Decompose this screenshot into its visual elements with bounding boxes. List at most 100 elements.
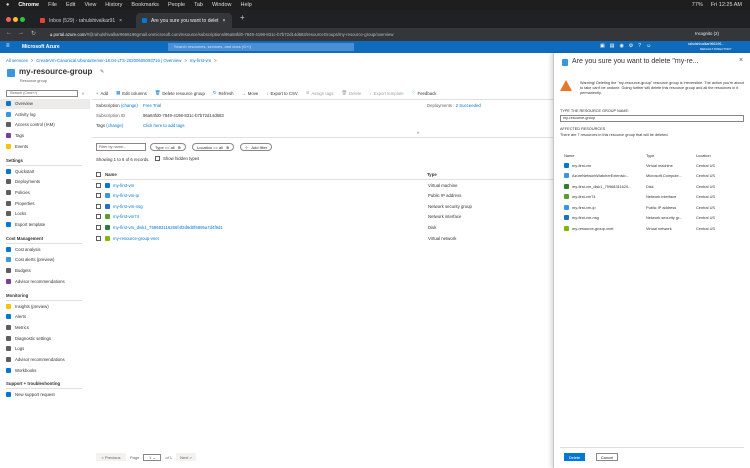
- resource-name-link[interactable]: my-first-vm-nsg: [113, 204, 428, 209]
- toolbar-export-to-csv-button[interactable]: ↓ Export to CSV: [266, 90, 297, 96]
- table-row[interactable]: my-first-vm Virtual machine: [96, 180, 546, 190]
- table-row[interactable]: my-first-vm_disk1_759683116266f4f3d9d0f5…: [96, 222, 546, 232]
- tab-inbox[interactable]: Inbox (529) - rahulshivalkar91 ×: [34, 13, 134, 28]
- previous-button[interactable]: < Previous: [96, 453, 126, 461]
- close-icon[interactable]: ×: [223, 18, 226, 24]
- deployments-link[interactable]: 2 Succeeded: [456, 103, 481, 108]
- collapse-essentials-icon[interactable]: ^: [417, 131, 419, 136]
- sidebar-item-advisor-recommendations[interactable]: Advisor recommendations: [6, 357, 65, 362]
- close-icon[interactable]: ⊗: [226, 145, 229, 150]
- menu-window[interactable]: Window: [212, 2, 232, 8]
- delete-button[interactable]: Delete: [564, 453, 585, 461]
- column-type[interactable]: Type: [427, 172, 437, 177]
- close-icon[interactable]: ⊗: [178, 145, 181, 150]
- toolbar-move-button[interactable]: → Move: [242, 90, 259, 96]
- resource-name-link[interactable]: my-first-vm-ip: [113, 193, 428, 198]
- select-all-checkbox[interactable]: [96, 171, 101, 177]
- show-hidden-checkbox[interactable]: [155, 156, 160, 161]
- sidebar-item-budgets[interactable]: Budgets: [6, 268, 31, 274]
- resource-group-name-input[interactable]: my-resource-group: [560, 115, 744, 122]
- url-field[interactable]: 🔒︎ portal.azure.com/#@rahulshivalkar9666…: [46, 30, 680, 39]
- menu-help[interactable]: Help: [241, 2, 252, 8]
- reload-button[interactable]: ↻: [31, 30, 36, 37]
- sidebar-item-activity-log[interactable]: Activity log: [6, 111, 36, 117]
- sidebar-item-properties[interactable]: Properties: [6, 200, 35, 206]
- sidebar-item-diagnostic-settings[interactable]: Diagnostic settings: [6, 335, 51, 341]
- azure-brand[interactable]: Microsoft Azure: [22, 44, 60, 50]
- menu-edit[interactable]: Edit: [66, 2, 75, 8]
- resource-name-link[interactable]: my-first-vm: [113, 183, 428, 188]
- incognito-badge[interactable]: Incognito (2): [695, 31, 719, 36]
- resource-name-link[interactable]: my-resource-group-vnet: [113, 236, 428, 241]
- sidebar-item-new-support-request[interactable]: New support request: [6, 392, 55, 398]
- change-subscription-link[interactable]: (change): [121, 103, 138, 108]
- resource-name-link[interactable]: my-first-vm74: [113, 214, 428, 219]
- menu-people[interactable]: People: [168, 2, 185, 8]
- forward-button[interactable]: →: [18, 30, 24, 36]
- toolbar-feedback-button[interactable]: ♡ Feedback: [412, 90, 437, 96]
- row-checkbox[interactable]: [96, 193, 101, 199]
- table-row[interactable]: my-resource-group-vnet Virtual network: [96, 233, 546, 243]
- table-row[interactable]: my-first-vm74 Network interface: [96, 212, 546, 222]
- close-window-button[interactable]: [6, 17, 11, 22]
- add-filter-button[interactable]: ⊹ Add filter: [240, 143, 273, 151]
- sidebar-item-export-template[interactable]: Export template: [6, 222, 45, 227]
- sidebar-item-metrics[interactable]: Metrics: [6, 324, 29, 330]
- sidebar-item-alerts[interactable]: Alerts: [6, 314, 26, 320]
- subscription-value[interactable]: Free Trial: [143, 103, 161, 108]
- column-name[interactable]: Name: [105, 172, 427, 177]
- filter-by-name-input[interactable]: Filter by name...: [96, 143, 146, 151]
- collapse-sidebar-button[interactable]: «: [82, 91, 84, 96]
- toolbar-edit-columns-button[interactable]: ▦ Edit columns: [116, 90, 147, 96]
- sidebar-item-quickstart[interactable]: Quickstart: [6, 168, 34, 174]
- toolbar-delete-resource-group-button[interactable]: 🗑︎ Delete resource group: [155, 90, 205, 96]
- sidebar-item-workbooks[interactable]: Workbooks: [6, 367, 36, 373]
- sidebar-item-tags[interactable]: Tags: [6, 133, 24, 139]
- cancel-button[interactable]: Cancel: [596, 453, 618, 461]
- topbar-icons[interactable]: ▣▤◉⚙?☺: [600, 43, 656, 49]
- table-row[interactable]: my-first-vm-ip Public IP address: [96, 191, 546, 201]
- sidebar-item-advisor-recommendations[interactable]: Advisor recommendations: [6, 278, 65, 284]
- location-filter[interactable]: Location == all ⊗: [192, 143, 235, 151]
- change-tags-link[interactable]: (change): [106, 123, 123, 128]
- sidebar-item-deployments[interactable]: Deployments: [6, 179, 40, 185]
- row-checkbox[interactable]: [96, 214, 101, 220]
- sidebar-search-input[interactable]: Search (Cmd+/): [6, 90, 78, 97]
- menu-view[interactable]: View: [84, 2, 96, 8]
- account-name[interactable]: rahulshivalkar966196...: [688, 42, 724, 46]
- add-tags-link[interactable]: Click here to add tags: [143, 123, 185, 128]
- next-button[interactable]: Next >: [176, 453, 197, 461]
- row-checkbox[interactable]: [96, 235, 101, 241]
- toolbar-assign-tags-button[interactable]: ⊘ Assign tags: [306, 90, 334, 96]
- sidebar-item-overview[interactable]: Overview: [6, 101, 33, 106]
- sidebar-item-cost-alerts-preview-[interactable]: Cost alerts (preview): [6, 257, 54, 263]
- breadcrumb-item[interactable]: my-first-vm: [190, 58, 211, 63]
- row-checkbox[interactable]: [96, 182, 101, 188]
- menu-file[interactable]: File: [48, 2, 57, 8]
- breadcrumb-item[interactable]: CreateVm-Canonical.UbuntuServer-18.04-LT…: [36, 58, 181, 63]
- sidebar-item-logs[interactable]: Logs: [6, 346, 24, 352]
- sidebar-item-cost-analysis[interactable]: Cost analysis: [6, 246, 41, 252]
- sidebar-item-access-control-iam-[interactable]: Access control (IAM): [6, 122, 55, 128]
- sidebar-item-locks[interactable]: Locks: [6, 211, 26, 217]
- menu-tab[interactable]: Tab: [194, 2, 203, 8]
- sidebar-item-insights-preview-[interactable]: Insights (preview): [6, 303, 49, 309]
- row-checkbox[interactable]: [96, 224, 101, 230]
- tab-azure[interactable]: Are you sure you want to delet ×: [136, 13, 232, 28]
- pin-icon[interactable]: ✎: [100, 69, 104, 75]
- new-tab-button[interactable]: +: [240, 13, 245, 22]
- back-button[interactable]: ←: [6, 30, 12, 36]
- page-select[interactable]: 1 ⌄: [143, 453, 162, 461]
- toolbar-export-template-button[interactable]: ↓ Export template: [369, 90, 403, 96]
- minimize-window-button[interactable]: [13, 17, 18, 22]
- global-search-input[interactable]: Search resources, services, and docs (G+…: [168, 43, 354, 51]
- row-checkbox[interactable]: [96, 203, 101, 209]
- toolbar-add-button[interactable]: + Add: [96, 90, 108, 96]
- zoom-window-button[interactable]: [20, 17, 25, 22]
- type-filter[interactable]: Type == all ⊗: [150, 143, 186, 151]
- menu-history[interactable]: History: [105, 2, 122, 8]
- toolbar-refresh-button[interactable]: ↻ Refresh: [213, 90, 234, 96]
- table-row[interactable]: my-first-vm-nsg Network security group: [96, 201, 546, 211]
- close-icon[interactable]: ×: [119, 18, 122, 24]
- sidebar-item-policies[interactable]: Policies: [6, 189, 30, 195]
